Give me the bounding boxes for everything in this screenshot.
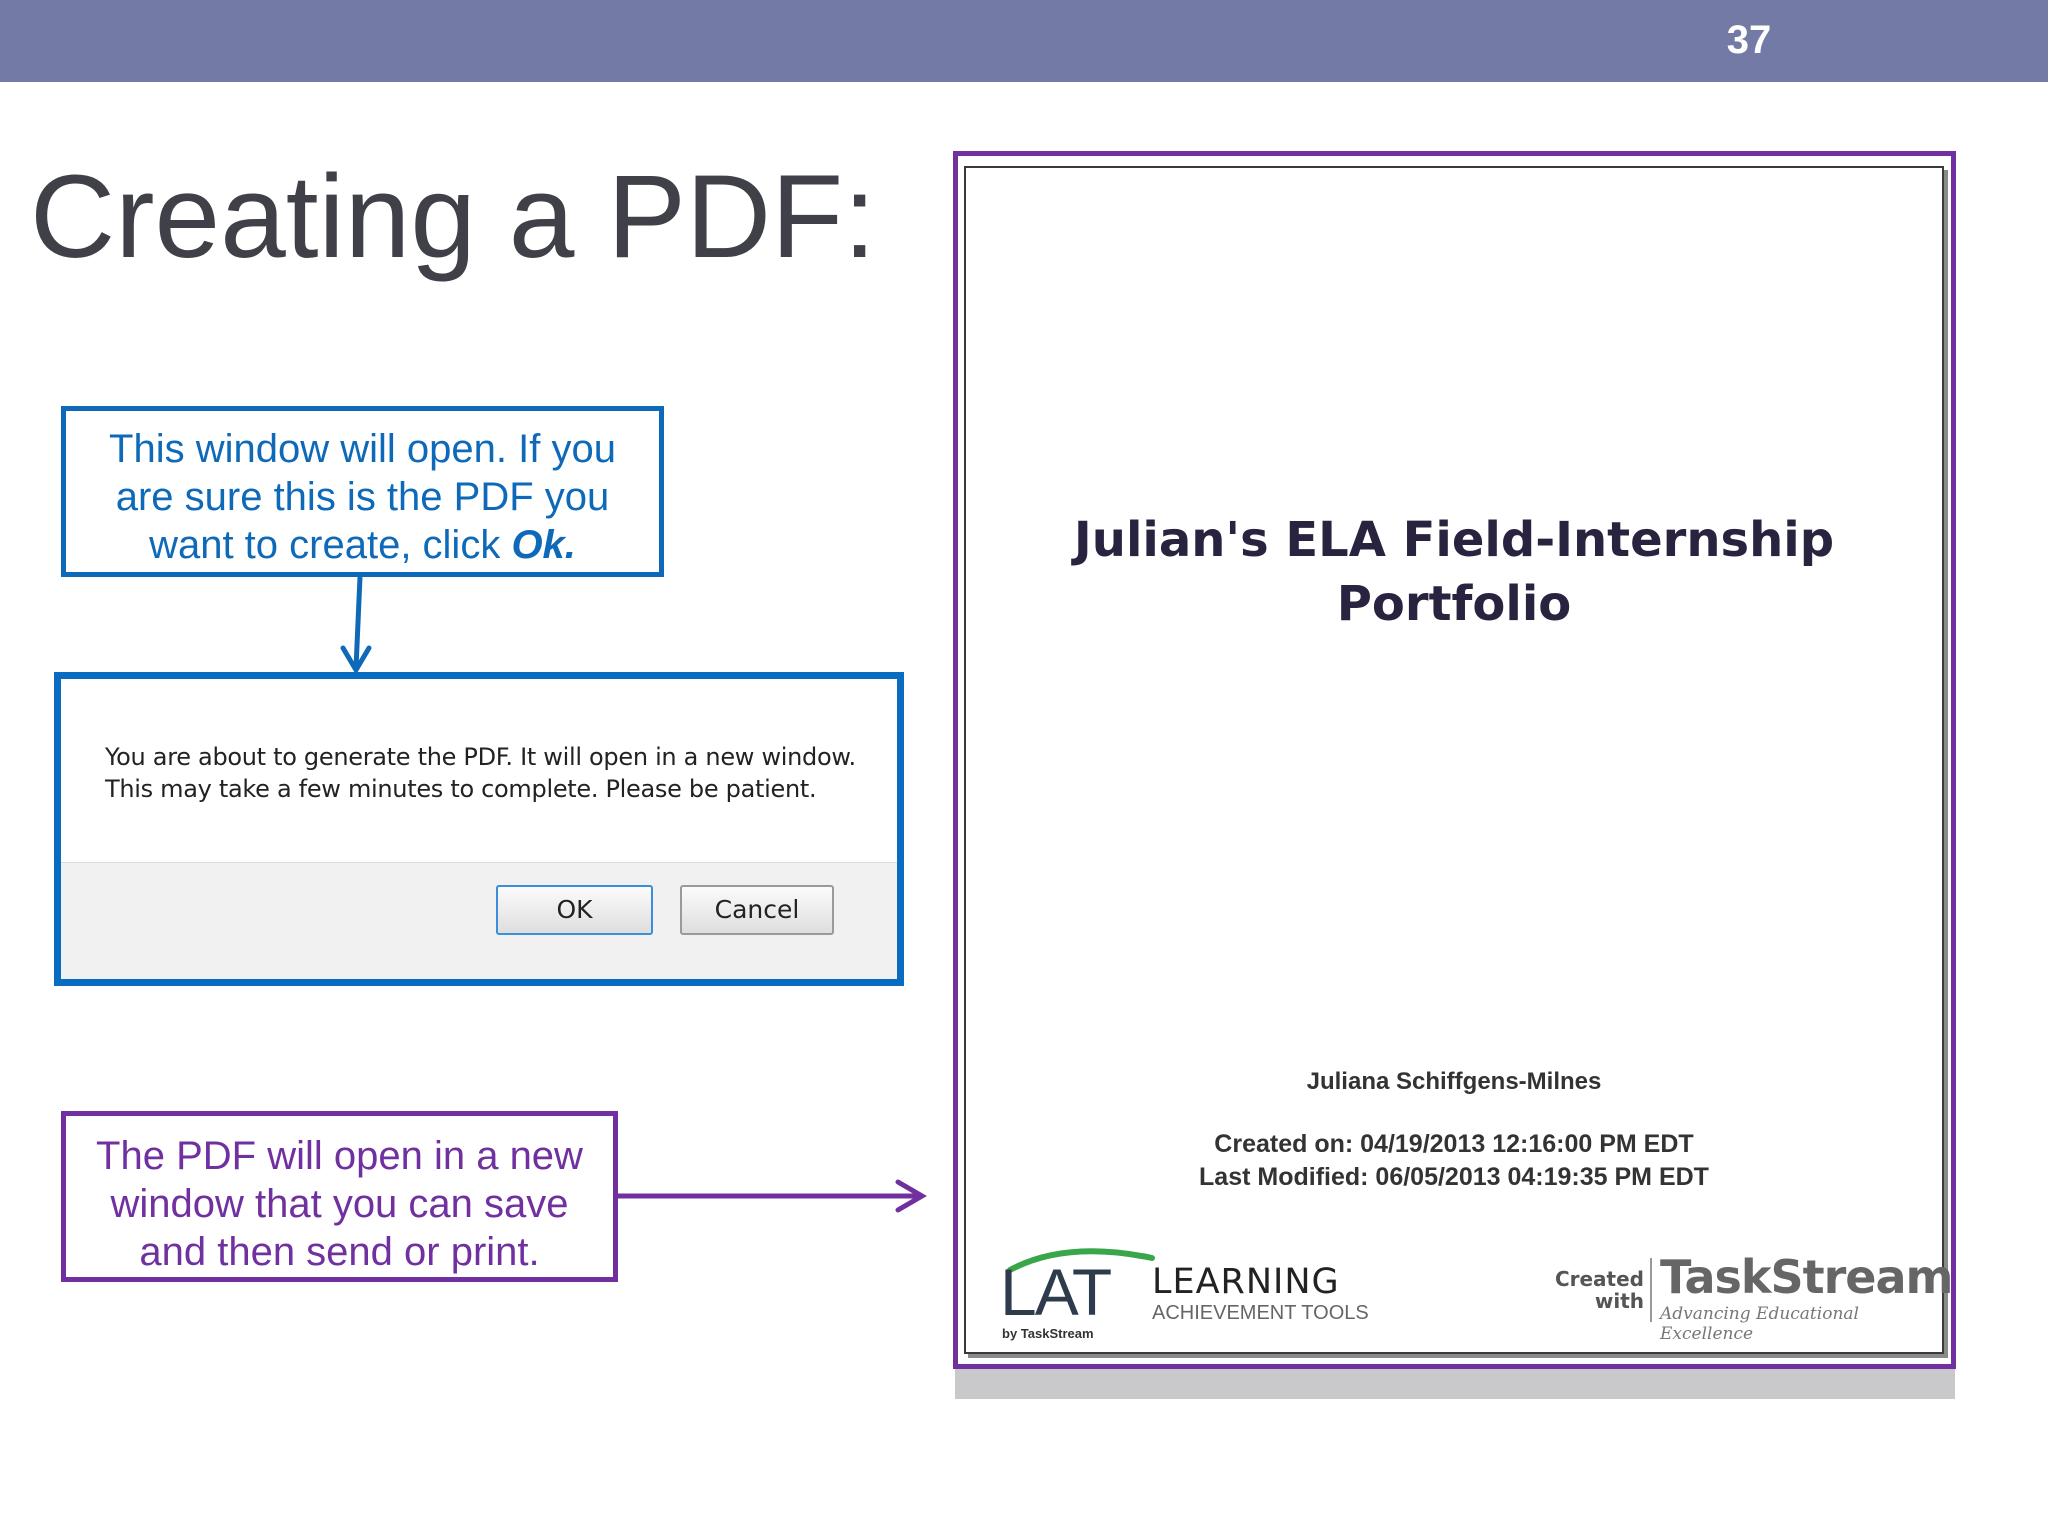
callout-line: are sure this is the PDF you: [115, 475, 610, 519]
last-modified-text: Last Modified: 06/05/2013 04:19:35 PM ED…: [1199, 1163, 1709, 1191]
pdf-cover-page: Julian's ELA Field-Internship Portfolio …: [964, 166, 1953, 1354]
callout-line: This window will open. If you: [109, 427, 616, 471]
slide-title: Creating a PDF:: [30, 151, 876, 283]
created-on-text: Created on: 04/19/2013 12:16:00 PM EDT: [1214, 1130, 1694, 1158]
created-with-text: Created with: [1554, 1268, 1644, 1312]
callout-line: and then send or print.: [139, 1230, 540, 1274]
lat-logo: LAT by TaskStream LEARNING ACHIEVEMENT T…: [1000, 1244, 1400, 1341]
portfolio-title-line: Portfolio: [1336, 576, 1572, 632]
down-arrow-icon: [340, 576, 372, 675]
lat-learning-text: LEARNING: [1152, 1262, 1340, 1302]
dialog-message: You are about to generate the PDF. It wi…: [105, 741, 885, 805]
callout-ok-emphasis: Ok.: [511, 523, 576, 567]
portfolio-title: Julian's ELA Field-Internship Portfolio: [966, 508, 1942, 636]
cancel-button[interactable]: Cancel: [680, 885, 834, 935]
callout-line: want to create, click Ok.: [66, 521, 659, 569]
instruction-callout-open: The PDF will open in a new window that y…: [61, 1111, 618, 1282]
callout-line: window that you can save: [110, 1182, 569, 1226]
portfolio-title-line: Julian's ELA Field-Internship: [1073, 512, 1835, 568]
callout-line-prefix: want to create, click: [149, 523, 512, 567]
dialog-message-line: You are about to generate the PDF. It wi…: [105, 743, 856, 771]
lat-tools-text: ACHIEVEMENT TOOLS: [1152, 1302, 1369, 1324]
generate-pdf-dialog: You are about to generate the PDF. It wi…: [54, 672, 904, 986]
slide-number: 37: [1726, 18, 1772, 62]
taskstream-tagline: Advancing Educational Excellence: [1660, 1304, 1859, 1344]
dialog-message-line: This may take a few minutes to complete.…: [105, 775, 817, 803]
portfolio-author: Juliana Schiffgens-Milnes: [1306, 1068, 1602, 1095]
lat-by-text: by TaskStream: [1002, 1326, 1094, 1341]
right-arrow-icon: [618, 1179, 927, 1213]
pdf-preview-frame: Julian's ELA Field-Internship Portfolio …: [953, 151, 1956, 1369]
created-word: Created: [1554, 1267, 1644, 1291]
taskstream-logo: Created with TaskStream Advancing Educat…: [1554, 1244, 1953, 1344]
callout-line: The PDF will open in a new: [96, 1134, 583, 1178]
portfolio-dates: Created on: 04/19/2013 12:16:00 PM EDT L…: [966, 1128, 1942, 1194]
logo-divider: [1650, 1258, 1652, 1322]
with-word: with: [1594, 1289, 1644, 1313]
lat-letters: LAT: [1000, 1255, 1112, 1329]
slide-header-bar: 37: [0, 0, 2048, 82]
taskstream-name: TaskStream: [1660, 1250, 1953, 1304]
ok-button[interactable]: OK: [496, 885, 653, 935]
instruction-callout-ok: This window will open. If you are sure t…: [61, 406, 664, 577]
